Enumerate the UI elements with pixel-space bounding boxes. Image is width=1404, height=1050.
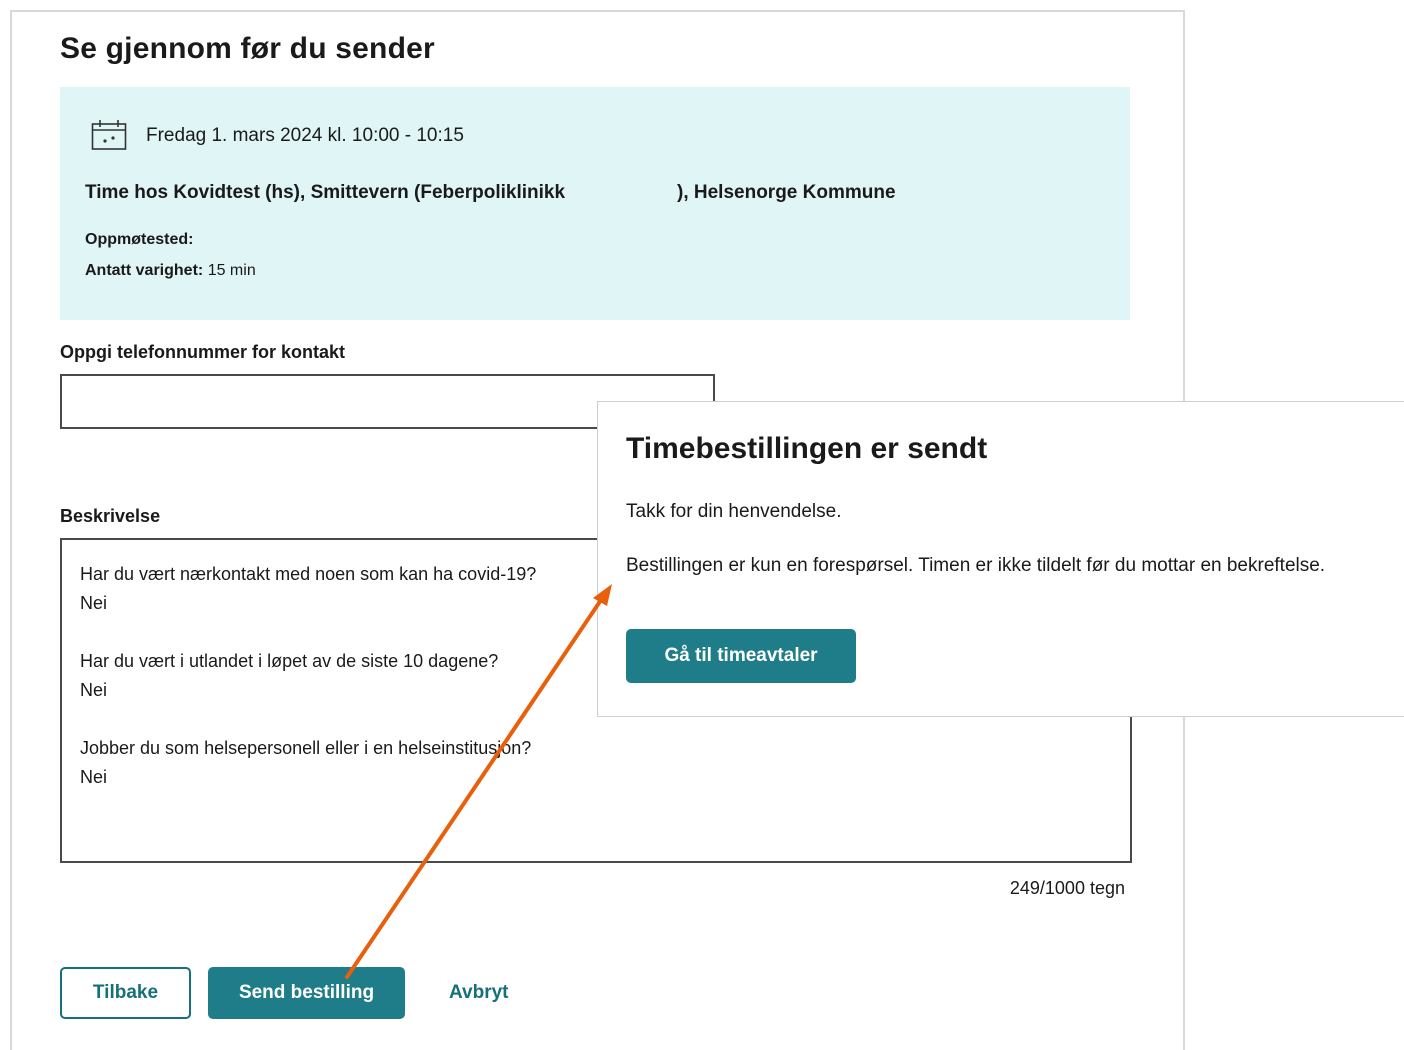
page-title: Se gjennom før du sender (60, 32, 435, 65)
back-button[interactable]: Tilbake (60, 967, 191, 1019)
duration-row: Antatt varighet: 15 min (85, 262, 256, 280)
confirmation-title: Timebestillingen er sendt (626, 432, 988, 465)
confirmation-note: Bestillingen er kun en forespørsel. Time… (626, 555, 1326, 576)
duration-label: Antatt varighet: (85, 262, 204, 279)
meeting-place-label: Oppmøtested: (85, 231, 194, 248)
appointment-place: Time hos Kovidtest (hs), Smittevern (Feb… (85, 182, 566, 203)
confirmation-dialog: Timebestillingen er sendt Takk for din h… (597, 401, 1404, 717)
description-question: Jobber du som helsepersonell eller i en … (80, 738, 532, 758)
go-to-appointments-button[interactable]: Gå til timeavtaler (626, 629, 856, 683)
appointment-organization: ), Helsenorge Kommune (677, 182, 896, 203)
description-label: Beskrivelse (60, 506, 161, 526)
calendar-icon (91, 120, 127, 150)
appointment-date: Fredag 1. mars 2024 kl. 10:00 - 10:15 (146, 125, 464, 146)
appointment-info-box: Fredag 1. mars 2024 kl. 10:00 - 10:15 Ti… (60, 87, 1130, 320)
cancel-link[interactable]: Avbryt (449, 982, 508, 1004)
phone-label: Oppgi telefonnummer for kontakt (60, 342, 346, 362)
char-count: 249/1000 tegn (1009, 878, 1125, 898)
duration-value: 15 min (207, 262, 256, 279)
description-answer: Nei (80, 767, 108, 787)
send-order-button[interactable]: Send bestilling (208, 967, 405, 1019)
confirmation-thanks: Takk for din henvendelse. (626, 501, 842, 522)
description-item: Jobber du som helsepersonell eller i en … (80, 734, 1112, 792)
